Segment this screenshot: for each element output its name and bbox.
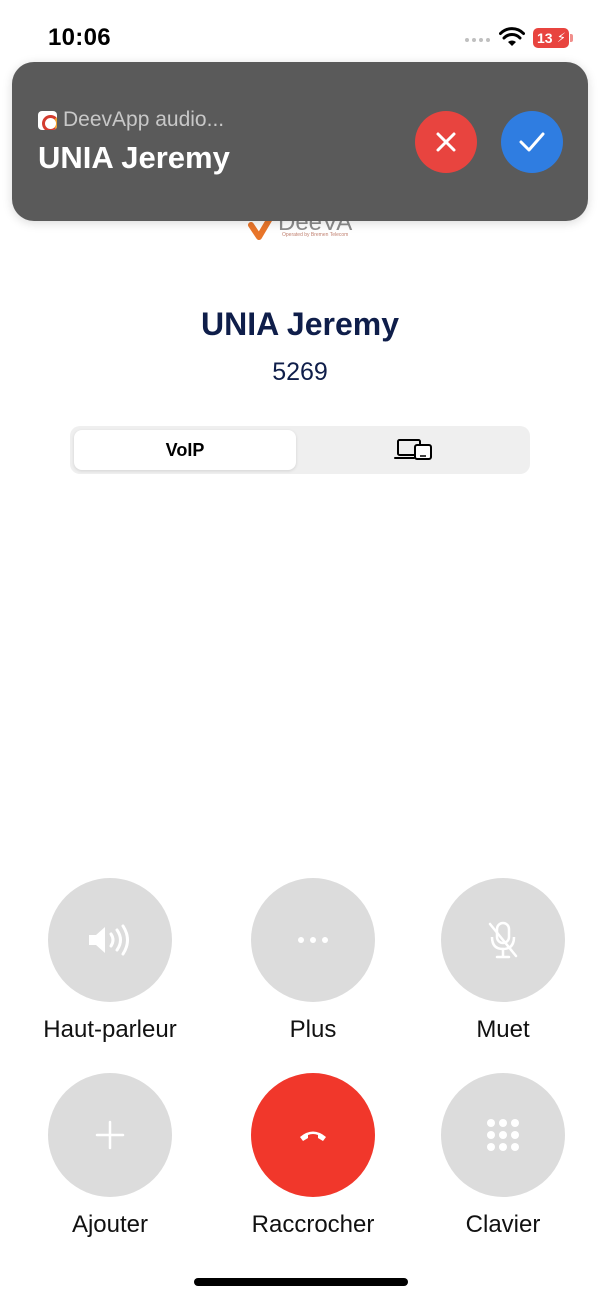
keypad-icon bbox=[487, 1119, 519, 1151]
caller-number: 5269 bbox=[272, 358, 328, 386]
battery-level: 13 bbox=[537, 30, 553, 46]
home-indicator[interactable] bbox=[194, 1278, 408, 1286]
banner-app-row: DeevApp audio... bbox=[38, 108, 224, 132]
add-label: Ajouter bbox=[71, 1211, 149, 1238]
devices-icon bbox=[394, 439, 432, 460]
hangup-action: Raccrocher bbox=[213, 1073, 413, 1239]
logo-tagline: Operated by Bremen Telecom bbox=[282, 232, 349, 238]
caller-name: UNIA Jeremy bbox=[200, 306, 399, 342]
mute-button[interactable] bbox=[441, 878, 565, 1002]
speaker-label: Haut-parleur bbox=[43, 1016, 177, 1043]
more-icon bbox=[298, 937, 328, 943]
hangup-label: Raccrocher bbox=[251, 1211, 375, 1238]
keypad-action: Clavier bbox=[403, 1073, 600, 1239]
mic-off-icon bbox=[488, 921, 518, 959]
wifi-icon bbox=[499, 27, 525, 46]
segment-voip[interactable]: VoIP bbox=[74, 430, 296, 470]
app-icon bbox=[38, 110, 57, 130]
add-button[interactable] bbox=[48, 1073, 172, 1197]
decline-button[interactable] bbox=[415, 111, 477, 173]
status-bar: 10:06 13 ⚡ bbox=[0, 0, 600, 70]
accept-button[interactable] bbox=[501, 111, 563, 173]
more-button[interactable] bbox=[251, 878, 375, 1002]
status-time: 10:06 bbox=[48, 24, 111, 51]
speaker-icon bbox=[89, 924, 129, 956]
add-action: Ajouter bbox=[10, 1073, 210, 1239]
banner-caller-name: UNIA Jeremy bbox=[38, 140, 230, 175]
speaker-action: Haut-parleur bbox=[10, 878, 210, 1044]
mute-label: Muet bbox=[476, 1016, 530, 1043]
audio-route-segmented-control: VoIP bbox=[70, 426, 530, 474]
mute-action: Muet bbox=[403, 878, 600, 1044]
add-icon bbox=[95, 1120, 125, 1150]
battery-indicator: 13 ⚡ bbox=[533, 28, 569, 48]
keypad-button[interactable] bbox=[441, 1073, 565, 1197]
more-action: Plus bbox=[213, 878, 413, 1044]
hangup-button[interactable] bbox=[251, 1073, 375, 1197]
speaker-button[interactable] bbox=[48, 878, 172, 1002]
close-icon bbox=[436, 132, 456, 152]
banner-app-name: DeevApp audio... bbox=[63, 108, 225, 131]
charging-icon: ⚡ bbox=[556, 30, 566, 45]
battery-cap bbox=[570, 34, 573, 42]
cellular-signal-icon bbox=[465, 38, 493, 44]
hangup-icon bbox=[300, 1131, 326, 1141]
more-label: Plus bbox=[289, 1016, 337, 1043]
incoming-call-banner[interactable]: DeevApp audio... UNIA Jeremy bbox=[12, 62, 588, 221]
keypad-label: Clavier bbox=[465, 1211, 541, 1238]
check-icon bbox=[519, 132, 545, 152]
segment-devices[interactable] bbox=[302, 430, 526, 470]
